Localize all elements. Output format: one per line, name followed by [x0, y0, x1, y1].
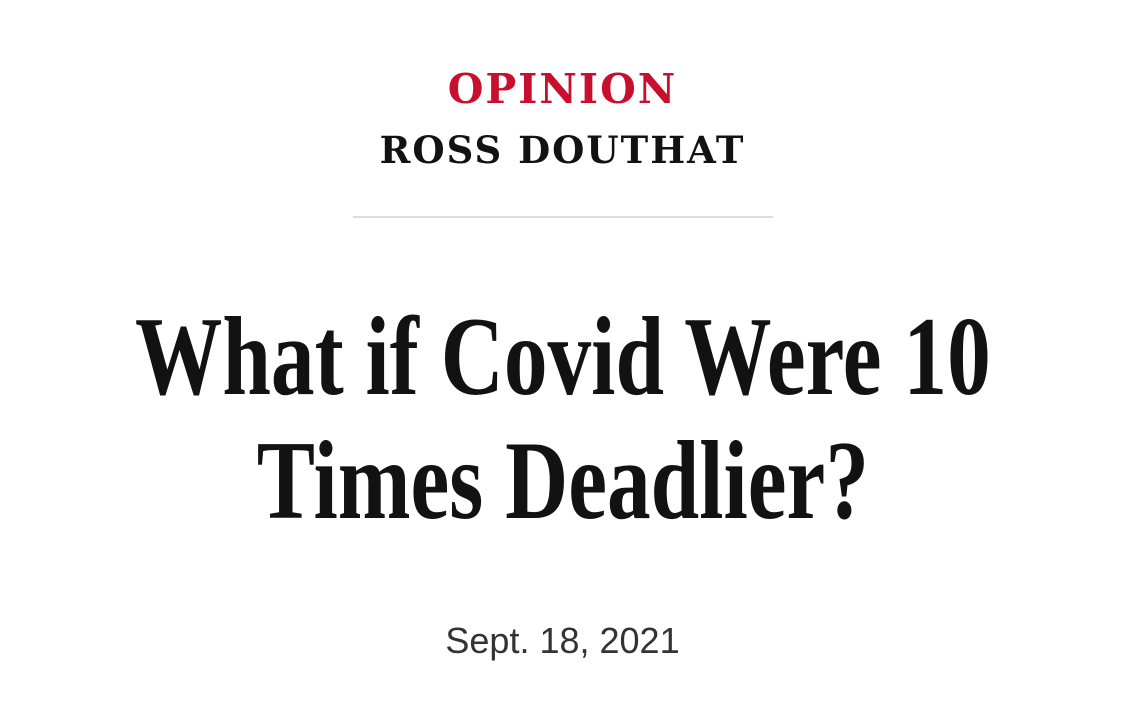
- article-header: OPINION ROSS DOUTHAT What if Covid Were …: [0, 0, 1125, 712]
- article-headline: What if Covid Were 10 Times Deadlier?: [134, 295, 991, 543]
- header-divider: [353, 216, 773, 218]
- publication-date: Sept. 18, 2021: [445, 620, 680, 661]
- headline-container: What if Covid Were 10 Times Deadlier?: [135, 295, 991, 543]
- columnist-byline[interactable]: ROSS DOUTHAT: [0, 126, 1125, 174]
- section-label-opinion[interactable]: OPINION: [0, 64, 1125, 114]
